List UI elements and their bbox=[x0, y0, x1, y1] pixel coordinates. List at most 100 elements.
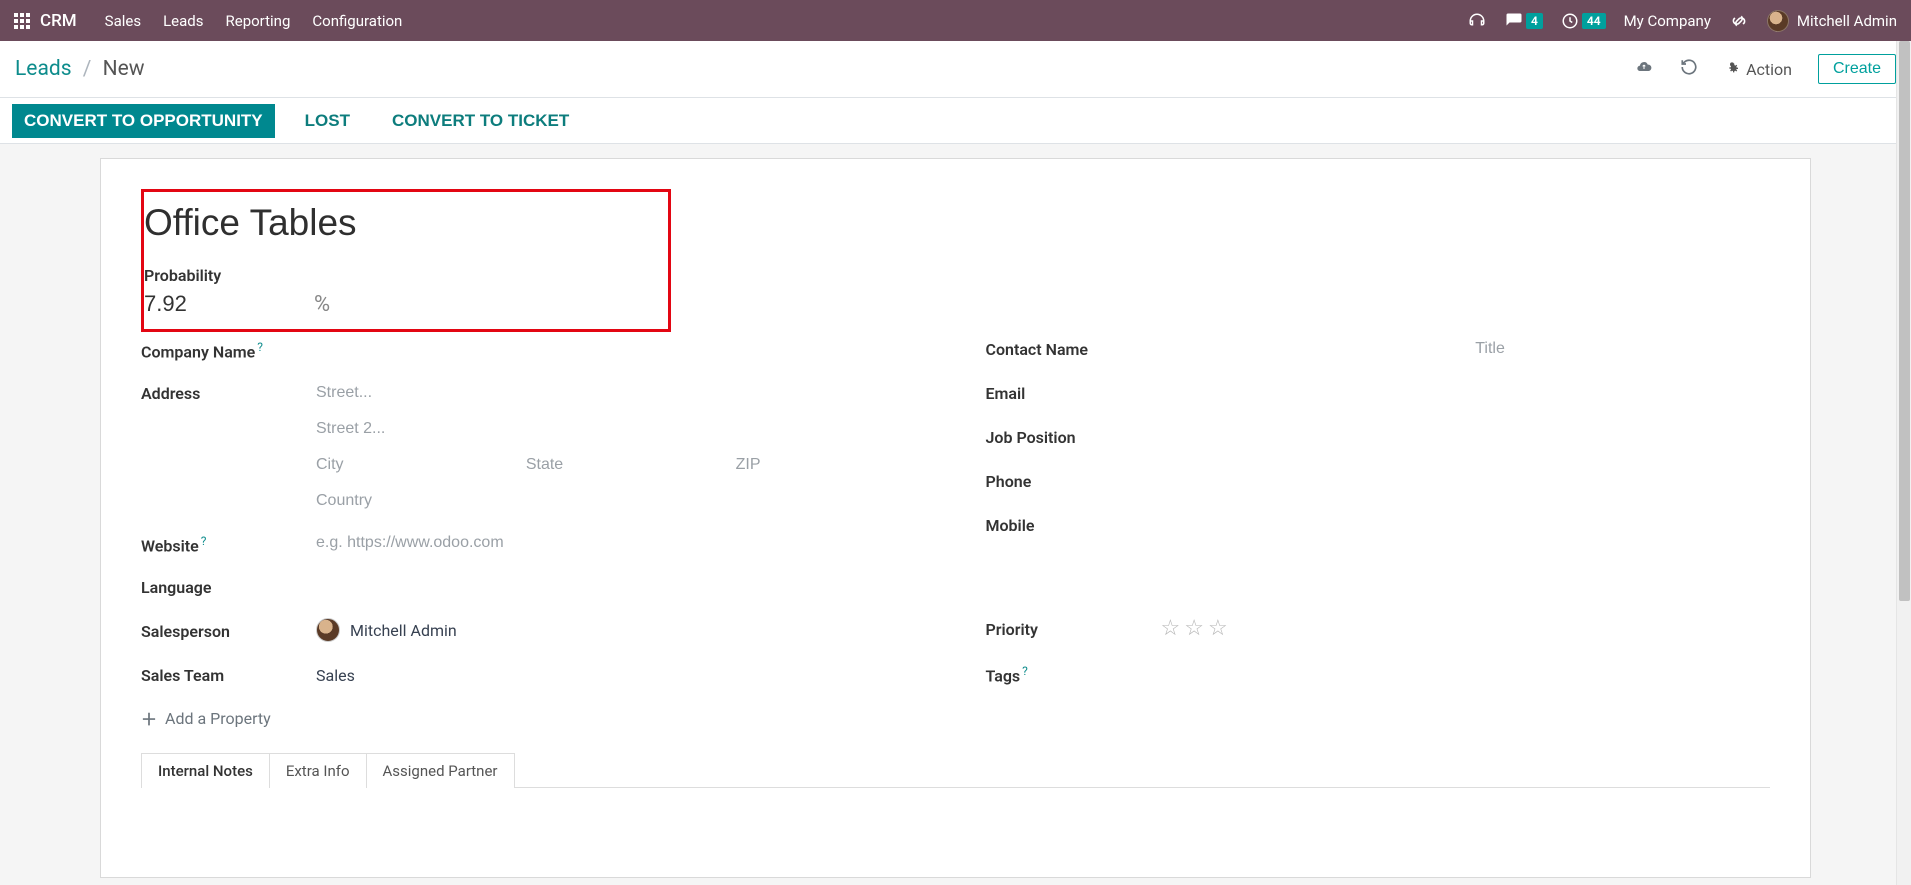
company-name-input[interactable] bbox=[316, 336, 926, 362]
help-icon[interactable]: ? bbox=[201, 534, 207, 548]
discard-icon[interactable] bbox=[1680, 58, 1698, 81]
convert-ticket-button[interactable]: CONVERT TO TICKET bbox=[380, 104, 581, 138]
language-row: Language bbox=[141, 574, 926, 602]
cloud-upload-icon[interactable] bbox=[1634, 59, 1654, 80]
breadcrumb-sep: / bbox=[83, 57, 92, 81]
plus-icon: ＋ bbox=[141, 706, 157, 730]
help-icon[interactable]: ? bbox=[257, 340, 263, 354]
priority-row: Priority ☆ ☆ ☆ bbox=[986, 616, 1771, 644]
breadcrumb: Leads / New bbox=[15, 57, 145, 81]
probability-row: Probability % bbox=[144, 266, 668, 317]
tags-input[interactable] bbox=[1161, 660, 1771, 686]
add-property-button[interactable]: ＋ Add a Property bbox=[141, 706, 926, 730]
activity-badge: 44 bbox=[1582, 13, 1606, 29]
form-col-right: Contact Name Email Job Position Phone bbox=[986, 336, 1771, 730]
tags-label: Tags? bbox=[986, 660, 1161, 685]
nav-configuration[interactable]: Configuration bbox=[312, 12, 402, 30]
lost-button[interactable]: LOST bbox=[293, 104, 362, 138]
company-selector[interactable]: My Company bbox=[1624, 12, 1711, 30]
title-input[interactable] bbox=[1475, 336, 1770, 362]
zip-input[interactable] bbox=[736, 452, 926, 478]
tab-extra-info[interactable]: Extra Info bbox=[269, 753, 367, 788]
activity-icon[interactable]: 44 bbox=[1561, 12, 1606, 30]
priority-label: Priority bbox=[986, 616, 1161, 639]
lead-title-input[interactable] bbox=[144, 202, 668, 244]
nav-reporting[interactable]: Reporting bbox=[226, 12, 291, 30]
company-name-label: Company Name? bbox=[141, 336, 316, 361]
convert-opportunity-button[interactable]: CONVERT TO OPPORTUNITY bbox=[12, 104, 275, 138]
phone-input[interactable] bbox=[1161, 468, 1771, 494]
country-input[interactable] bbox=[316, 488, 926, 514]
create-button[interactable]: Create bbox=[1818, 54, 1896, 84]
form-col-left: Company Name? Address bbox=[141, 336, 926, 730]
form-body: Company Name? Address bbox=[141, 336, 1770, 730]
user-menu[interactable]: Mitchell Admin bbox=[1767, 10, 1897, 32]
salesperson-name: Mitchell Admin bbox=[350, 621, 457, 640]
star-icon[interactable]: ☆ bbox=[1161, 616, 1181, 641]
user-name: Mitchell Admin bbox=[1797, 12, 1897, 30]
state-input[interactable] bbox=[526, 452, 716, 478]
salesperson-row: Salesperson Mitchell Admin bbox=[141, 618, 926, 646]
action-button[interactable]: Action bbox=[1724, 60, 1792, 79]
contact-name-label: Contact Name bbox=[986, 336, 1161, 359]
help-icon[interactable]: ? bbox=[1022, 664, 1028, 678]
nav-sales[interactable]: Sales bbox=[105, 12, 141, 30]
probability-input[interactable] bbox=[144, 291, 214, 317]
salesperson-value[interactable]: Mitchell Admin bbox=[316, 618, 926, 642]
city-input[interactable] bbox=[316, 452, 506, 478]
street2-input[interactable] bbox=[316, 416, 926, 442]
scrollbar[interactable] bbox=[1896, 41, 1911, 885]
language-label: Language bbox=[141, 574, 316, 597]
form-sheet: Probability % Company Name? Address bbox=[100, 158, 1811, 878]
debug-icon[interactable] bbox=[1729, 11, 1749, 31]
sheet-wrap: Probability % Company Name? Address bbox=[0, 144, 1911, 878]
chat-icon[interactable]: 4 bbox=[1505, 12, 1543, 30]
brand-name[interactable]: CRM bbox=[40, 11, 77, 31]
chat-badge: 4 bbox=[1526, 13, 1543, 29]
address-label: Address bbox=[141, 380, 316, 403]
job-input[interactable] bbox=[1161, 424, 1771, 450]
notebook-tabs: Internal Notes Extra Info Assigned Partn… bbox=[141, 752, 1770, 788]
website-label: Website? bbox=[141, 530, 316, 555]
star-icon[interactable]: ☆ bbox=[1208, 616, 1228, 641]
tab-internal-notes[interactable]: Internal Notes bbox=[141, 753, 270, 788]
probability-label: Probability bbox=[144, 266, 668, 285]
email-row: Email bbox=[986, 380, 1771, 408]
website-input[interactable] bbox=[316, 530, 926, 556]
add-property-label: Add a Property bbox=[165, 709, 271, 728]
email-input[interactable] bbox=[1161, 380, 1771, 406]
address-row: Address bbox=[141, 380, 926, 514]
contact-name-input[interactable] bbox=[1161, 336, 1456, 362]
top-nav: CRM Sales Leads Reporting Configuration … bbox=[0, 0, 1911, 41]
tab-assigned-partner[interactable]: Assigned Partner bbox=[366, 753, 515, 788]
brand[interactable]: CRM bbox=[14, 11, 77, 31]
tags-row: Tags? bbox=[986, 660, 1771, 688]
nav-leads[interactable]: Leads bbox=[163, 12, 203, 30]
controlbar-right: Action Create bbox=[1634, 54, 1896, 84]
voip-icon[interactable] bbox=[1467, 12, 1487, 30]
control-bar: Leads / New Action Create bbox=[0, 41, 1911, 98]
priority-stars[interactable]: ☆ ☆ ☆ bbox=[1161, 616, 1771, 641]
website-row: Website? bbox=[141, 530, 926, 558]
email-label: Email bbox=[986, 380, 1161, 403]
nav-right: 4 44 My Company Mitchell Admin bbox=[1467, 10, 1897, 32]
street-input[interactable] bbox=[316, 380, 926, 406]
apps-icon[interactable] bbox=[14, 13, 30, 29]
salesperson-label: Salesperson bbox=[141, 618, 316, 641]
sales-team-label: Sales Team bbox=[141, 662, 316, 685]
avatar-icon bbox=[1767, 10, 1789, 32]
company-name-row: Company Name? bbox=[141, 336, 926, 364]
mobile-row: Mobile bbox=[986, 512, 1771, 540]
star-icon[interactable]: ☆ bbox=[1184, 616, 1204, 641]
sales-team-value[interactable]: Sales bbox=[316, 662, 355, 685]
status-row: CONVERT TO OPPORTUNITY LOST CONVERT TO T… bbox=[0, 98, 1911, 144]
breadcrumb-current: New bbox=[103, 57, 145, 81]
breadcrumb-root[interactable]: Leads bbox=[15, 57, 72, 81]
language-input[interactable] bbox=[316, 574, 926, 600]
mobile-input[interactable] bbox=[1161, 512, 1771, 538]
sales-team-row: Sales Team Sales bbox=[141, 662, 926, 690]
phone-label: Phone bbox=[986, 468, 1161, 491]
phone-row: Phone bbox=[986, 468, 1771, 496]
mobile-label: Mobile bbox=[986, 512, 1161, 535]
scrollbar-thumb[interactable] bbox=[1899, 41, 1910, 601]
